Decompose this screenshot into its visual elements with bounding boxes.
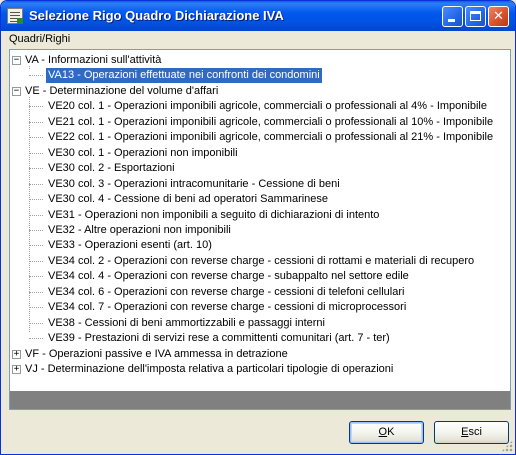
tree-connector — [29, 137, 43, 139]
exit-button-label: Esci — [461, 426, 482, 438]
tree-item-label: VE30 col. 1 - Operazioni non imponibili — [48, 146, 238, 159]
collapse-icon[interactable]: − — [12, 86, 21, 96]
tree-list: − VA - Informazioni sull'attività VA13 - O… — [10, 50, 510, 391]
minimize-icon — [448, 19, 455, 22]
tree-connector — [29, 245, 43, 247]
tree-item-label: VE31 - Operazioni non imponibili a segui… — [48, 208, 380, 221]
tree-connector — [29, 199, 43, 201]
tree-item-row[interactable]: VE22 col. 1 - Operazioni imponibili agri… — [10, 130, 510, 145]
tree-connector — [29, 291, 43, 293]
tree-item-row[interactable]: VE34 col. 2 - Operazioni con reverse cha… — [10, 254, 510, 269]
tree-item-label: VE38 - Cessioni di beni ammortizzabili e… — [48, 316, 325, 329]
tree-item-row[interactable]: VE20 col. 1 - Operazioni imponibili agri… — [10, 99, 510, 114]
title-bar[interactable]: Selezione Rigo Quadro Dichiarazione IVA … — [1, 1, 515, 31]
tree-item-label: VE34 col. 6 - Operazioni con reverse cha… — [48, 285, 405, 298]
tree-connector — [29, 322, 43, 324]
maximize-icon — [470, 11, 481, 21]
tree-item-label: VE30 col. 2 - Esportazioni — [48, 162, 175, 175]
tree-connector — [29, 214, 43, 216]
dialog-window: Selezione Rigo Quadro Dichiarazione IVA … — [0, 0, 516, 455]
expand-icon[interactable]: + — [12, 349, 21, 359]
tree-item-label: VE30 col. 4 - Cessione di beni ad operat… — [48, 193, 329, 206]
tree-connector — [29, 168, 43, 170]
expand-icon[interactable]: + — [12, 365, 21, 374]
tree-item-row[interactable]: VE30 col. 2 - Esportazioni — [10, 161, 510, 176]
tree-item-row[interactable]: VE33 - Operazioni esenti (art. 10) — [10, 238, 510, 253]
tree-item-label: VE39 - Prestazioni di servizi rese a com… — [48, 332, 390, 345]
tree-connector — [29, 229, 43, 231]
window-title: Selezione Rigo Quadro Dichiarazione IVA — [29, 8, 284, 23]
tree-item-row[interactable]: VE30 col. 4 - Cessione di beni ad operat… — [10, 192, 510, 207]
tree-group-row[interactable]: + VJ - Determinazione dell'imposta relati… — [10, 362, 510, 377]
app-icon — [7, 8, 23, 24]
close-icon: ✕ — [493, 9, 504, 24]
tree-connector — [29, 152, 43, 154]
tree-view[interactable]: − VA - Informazioni sull'attività VA13 - O… — [9, 49, 511, 410]
tree-item-row[interactable]: VE30 col. 3 - Operazioni intracomunitari… — [10, 177, 510, 192]
ok-button-label: OK — [378, 426, 395, 438]
tree-item-row[interactable]: VE39 - Prestazioni di servizi rese a com… — [10, 331, 510, 346]
tree-group-label: VA - Informazioni sull'attività — [25, 54, 162, 66]
tree-connector — [29, 276, 43, 278]
tree-item-label: VE34 col. 7 - Operazioni con reverse cha… — [48, 301, 407, 314]
tree-item-label: VE22 col. 1 - Operazioni imponibili agri… — [48, 131, 494, 144]
tree-connector — [29, 75, 43, 77]
tree-item-row[interactable]: VE31 - Operazioni non imponibili a segui… — [10, 208, 510, 223]
maximize-button[interactable] — [465, 6, 486, 27]
tree-item-row[interactable]: VE30 col. 1 - Operazioni non imponibili — [10, 146, 510, 161]
exit-button[interactable]: Esci — [434, 421, 509, 444]
tree-connector — [29, 106, 43, 108]
ok-button[interactable]: OK — [349, 421, 424, 444]
tree-item-label: VE30 col. 3 - Operazioni intracomunitari… — [48, 177, 340, 190]
tree-group-label: VE - Determinazione del volume d'affari — [25, 84, 219, 97]
tree-group-row[interactable]: − VA - Informazioni sull'attività — [10, 53, 510, 68]
tree-section-label: Quadri/Righi — [9, 33, 71, 45]
tree-item-label-selected: VA13 - Operazioni effettuate nei confron… — [45, 67, 323, 85]
tree-group-label: VF - Operazioni passive e IVA ammessa in… — [25, 347, 288, 360]
tree-group-row[interactable]: + VF - Operazioni passive e IVA ammessa i… — [10, 347, 510, 362]
tree-item-label: VE33 - Operazioni esenti (art. 10) — [48, 239, 212, 252]
tree-group-row[interactable]: − VE - Determinazione del volume d'affari — [10, 84, 510, 99]
collapse-icon[interactable]: − — [12, 56, 21, 65]
tree-item-row[interactable]: VA13 - Operazioni effettuate nei confron… — [10, 67, 510, 85]
tree-item-row[interactable]: VE34 col. 6 - Operazioni con reverse cha… — [10, 285, 510, 300]
tree-item-label: VE20 col. 1 - Operazioni imponibili agri… — [48, 100, 487, 113]
close-button[interactable]: ✕ — [488, 6, 509, 27]
tree-item-label: VE34 col. 4 - Operazioni con reverse cha… — [48, 270, 409, 283]
tree-connector — [29, 338, 43, 340]
tree-empty-area — [10, 391, 510, 409]
tree-item-row[interactable]: VE21 col. 1 - Operazioni imponibili agri… — [10, 115, 510, 130]
tree-connector — [29, 121, 43, 123]
tree-item-label: VE34 col. 2 - Operazioni con reverse cha… — [48, 254, 475, 267]
tree-connector — [29, 260, 43, 262]
tree-group-label: VJ - Determinazione dell'imposta relativ… — [25, 363, 394, 375]
tree-connector — [29, 183, 43, 185]
tree-item-label: VE32 - Altre operazioni non imponibili — [48, 223, 231, 236]
tree-item-row[interactable]: VE34 col. 4 - Operazioni con reverse cha… — [10, 269, 510, 284]
tree-item-row[interactable]: VE38 - Cessioni di beni ammortizzabili e… — [10, 316, 510, 331]
tree-item-row[interactable]: VE32 - Altre operazioni non imponibili — [10, 223, 510, 238]
tree-item-row[interactable]: VE34 col. 7 - Operazioni con reverse cha… — [10, 300, 510, 315]
minimize-button[interactable] — [442, 6, 463, 27]
tree-item-label: VE21 col. 1 - Operazioni imponibili agri… — [48, 115, 494, 128]
tree-connector — [29, 307, 43, 309]
